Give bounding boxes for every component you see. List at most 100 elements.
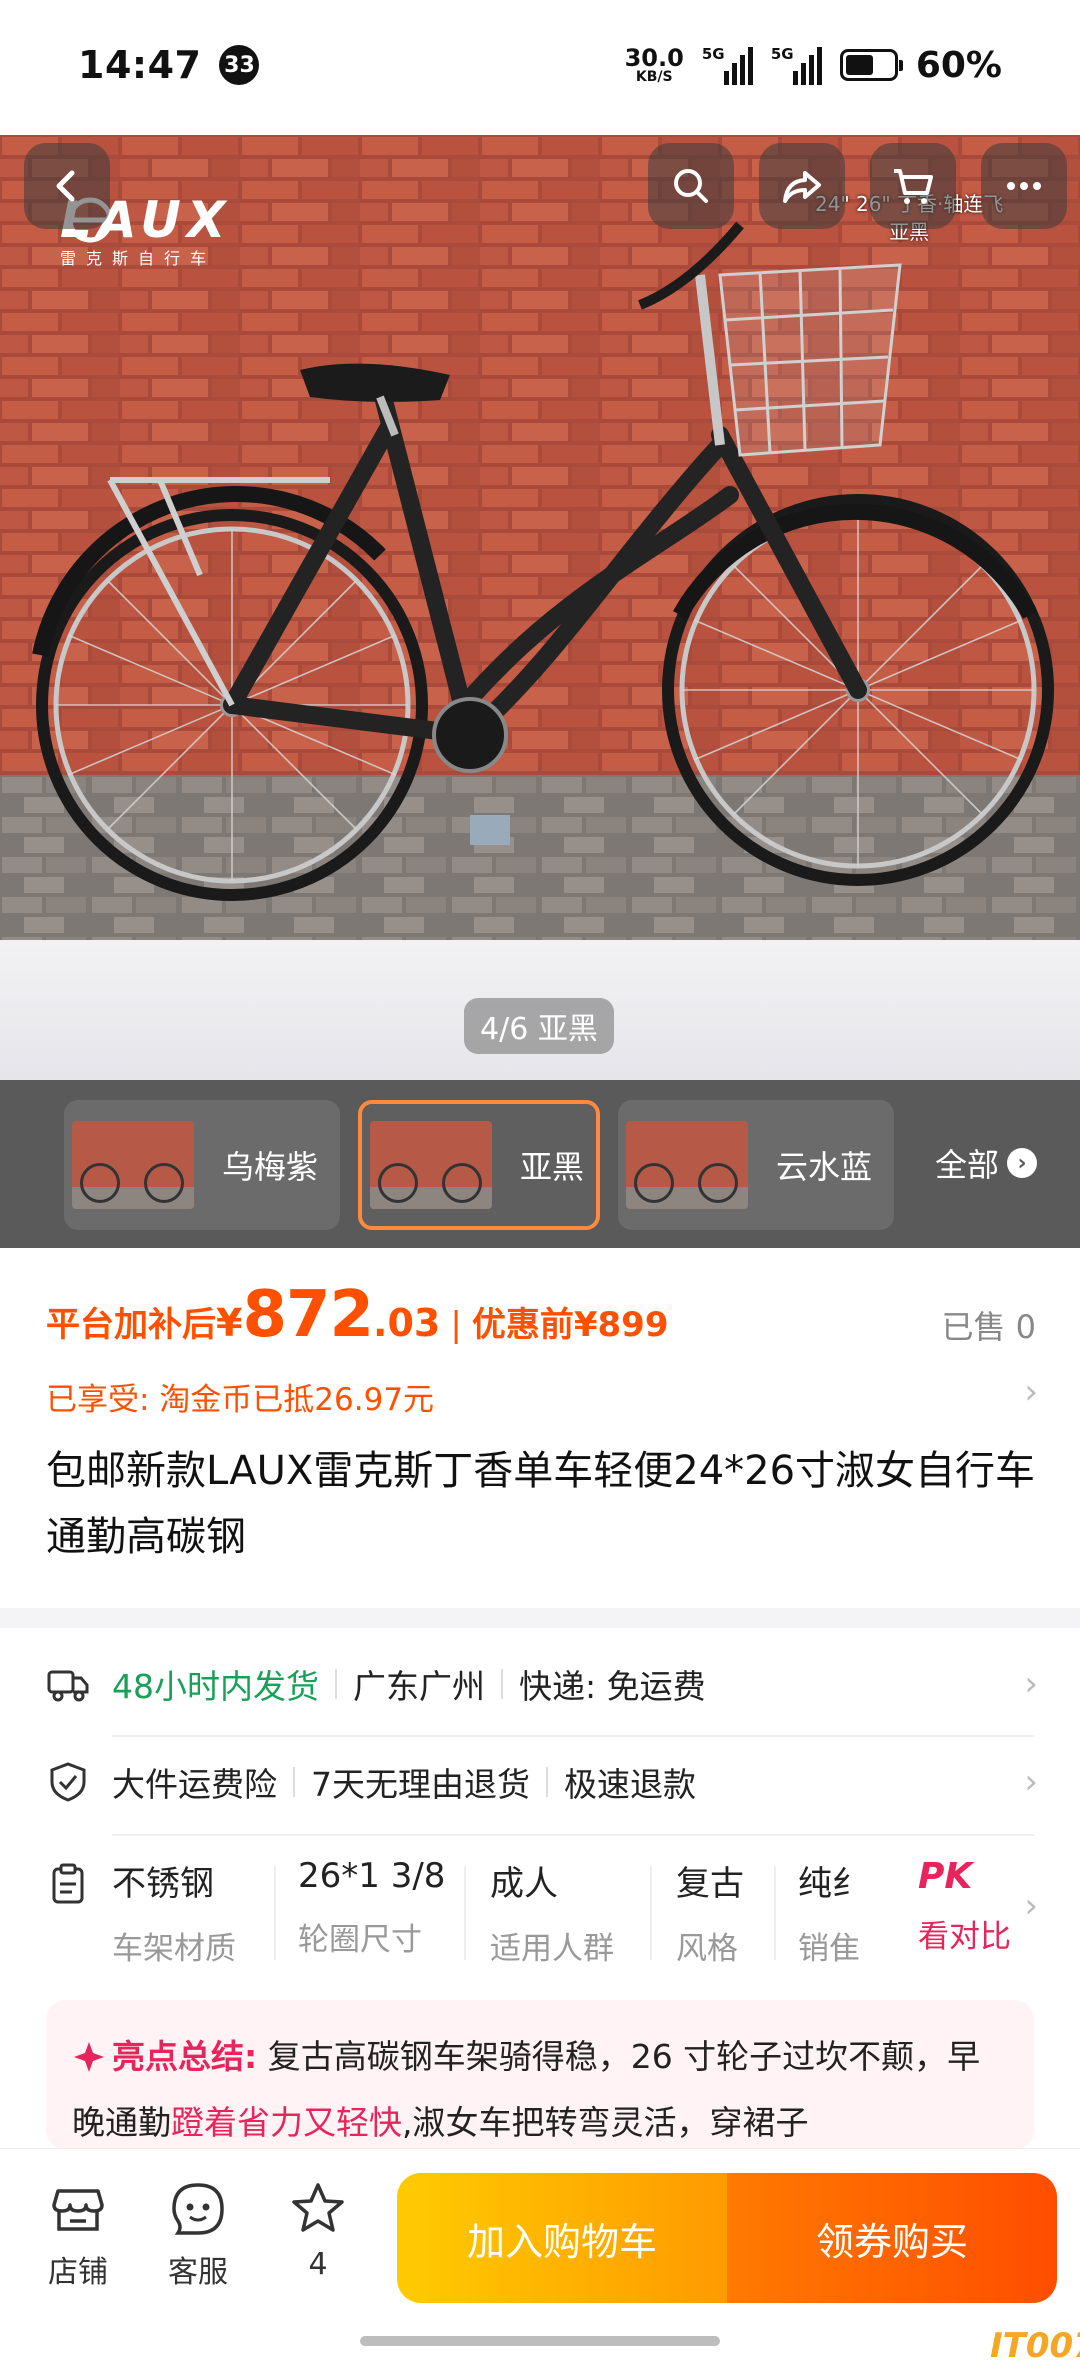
spec-value: 不锈钢: [112, 1864, 214, 1904]
status-indicators: 30.0 KB/S 5G 5G 60%: [625, 45, 1002, 86]
compare-button[interactable]: PK 看对比: [878, 1856, 1011, 1966]
row-divider: [112, 1834, 1034, 1836]
sku-option-label: 云水蓝: [776, 1148, 873, 1186]
highlight-lead: 亮点总结:: [112, 2037, 258, 2076]
sku-option-selected[interactable]: 亚黑: [358, 1100, 600, 1230]
sku-option[interactable]: 云水蓝: [618, 1100, 894, 1230]
customer-service-button[interactable]: 客服: [148, 2179, 248, 2291]
service-label: 客服: [168, 2255, 228, 2290]
chevron-right-icon[interactable]: ›: [1024, 1886, 1038, 1926]
service-refund: 极速退款: [564, 1765, 696, 1804]
highlight-summary[interactable]: 亮点总结: 复古高碳钢车架骑得稳，26 寸轮子过坎不颠，早晚通勤蹬着省力又轻快,…: [46, 2000, 1034, 2150]
spec-divider: [464, 1866, 466, 1960]
price-decimal: .03: [373, 1301, 441, 1345]
highlight-text-2: ,淑女车把转弯灵活，穿裙子: [402, 2103, 809, 2142]
buy-with-coupon-button[interactable]: 领券购买: [727, 2173, 1057, 2303]
price-symbol: ¥: [216, 1301, 243, 1345]
favorite-button[interactable]: 4: [268, 2179, 368, 2282]
spec-value: 26*1 3/8: [298, 1856, 446, 1896]
shipping-courier: 快递: 免运费: [519, 1667, 706, 1706]
price-separator: |: [450, 1305, 462, 1345]
spec-item: 26*1 3/8 轮圈尺寸: [298, 1856, 445, 1959]
coupon-info[interactable]: 已享受: 淘金币已抵26.97元: [46, 1374, 434, 1419]
sku-option-label: 亚黑: [520, 1148, 585, 1186]
sku-all-label: 全部: [935, 1146, 1000, 1184]
notification-badge: 33: [219, 45, 260, 85]
watermark: IT007: [990, 2326, 1080, 2366]
chevron-right-icon[interactable]: ›: [1024, 1372, 1038, 1412]
add-to-cart-button[interactable]: 加入购物车: [397, 2173, 727, 2303]
shield-check-icon: [50, 1762, 86, 1802]
spec-item: 成人 适用人群: [490, 1856, 614, 1968]
search-button[interactable]: [648, 143, 734, 229]
sku-option-label: 乌梅紫: [222, 1148, 319, 1186]
highlight-emphasis: 蹬着省力又轻快: [171, 2103, 402, 2142]
compare-title: PK: [918, 1856, 973, 1897]
truck-icon: [47, 1670, 89, 1702]
store-icon: [52, 2189, 104, 2231]
service-insurance: 大件运费险: [112, 1765, 277, 1804]
sparkle-icon: [74, 2042, 104, 2072]
spec-list[interactable]: 不锈钢 车架材质 26*1 3/8 轮圈尺寸 成人 适用人群 复古 风格 纯纟 …: [46, 1856, 1036, 1968]
service-returns: 7天无理由退货: [311, 1765, 530, 1804]
sku-all-button[interactable]: 全部 ›: [935, 1140, 1038, 1186]
network-speed: 30.0 KB/S: [625, 46, 684, 84]
price-integer: 872: [242, 1278, 374, 1352]
chevron-right-icon[interactable]: ›: [1024, 1762, 1038, 1802]
product-image[interactable]: LAUX 雷克斯自行车 24" 26" 丁香·轴连飞 亚黑: [0, 135, 1080, 945]
price-row: 平台加补后 ¥ 872 .03 | 优惠前¥899: [46, 1278, 668, 1352]
back-button[interactable]: [24, 143, 110, 229]
compare-subtitle: 看对比: [918, 1919, 1011, 1955]
battery-icon: [839, 49, 903, 81]
more-icon: [1007, 182, 1041, 190]
share-button[interactable]: [759, 143, 845, 229]
sku-selector: 乌梅紫 亚黑 云水蓝: [0, 1080, 1080, 1248]
sim1-label: 5G: [701, 45, 725, 63]
spec-key: 轮圈尺寸: [298, 1922, 422, 1958]
home-indicator[interactable]: [360, 2336, 720, 2346]
row-divider: [112, 1735, 1034, 1737]
spec-key: 适用人群: [490, 1931, 614, 1967]
sku-thumbnail: [370, 1121, 492, 1209]
spec-key: 车架材质: [112, 1931, 236, 1967]
sku-thumbnail: [72, 1121, 194, 1209]
net-speed-unit: KB/S: [635, 69, 673, 85]
chevron-left-icon: [56, 170, 75, 202]
spec-item: 纯纟 销隹: [798, 1856, 866, 1968]
spec-key: 销隹: [798, 1931, 860, 1967]
product-title: 包邮新款LAUX雷克斯丁香单车轻便24*26寸淑女自行车通勤高碳钢: [46, 1448, 1036, 1560]
shop-label: 店铺: [48, 2255, 108, 2290]
section-divider: [0, 1608, 1080, 1628]
shipping-row[interactable]: 48小时内发货 广东广州 快递: 免运费: [46, 1660, 1036, 1708]
services-row[interactable]: 大件运费险 7天无理由退货 极速退款: [46, 1758, 1036, 1806]
cart-button[interactable]: [870, 143, 956, 229]
shipping-time: 48小时内发货: [112, 1667, 319, 1706]
favorite-count: 4: [308, 2247, 328, 2282]
brand-subtitle: 雷克斯自行车: [60, 249, 217, 268]
shop-button[interactable]: 店铺: [28, 2179, 128, 2291]
signal-2-icon: 5G: [771, 45, 822, 85]
spec-item: 不锈钢 车架材质: [112, 1856, 236, 1968]
sold-count: 已售 0: [941, 1308, 1036, 1346]
chat-face-icon: [172, 2183, 224, 2235]
spec-item: 复古 风格: [676, 1856, 744, 1968]
net-speed-value: 30.0: [624, 44, 684, 72]
star-icon: [292, 2183, 344, 2232]
status-bar: 14:47 33 30.0 KB/S 5G 5G 60%: [0, 0, 1080, 130]
signal-1-icon: 5G: [702, 45, 753, 85]
sku-option[interactable]: 乌梅紫: [64, 1100, 340, 1230]
price-prefix: 平台加补后: [46, 1305, 216, 1345]
spec-divider: [650, 1866, 652, 1960]
chevron-right-icon: ›: [1007, 1148, 1038, 1178]
original-price: 优惠前¥899: [471, 1305, 669, 1345]
more-button[interactable]: [981, 143, 1067, 229]
shipping-location: 广东广州: [353, 1667, 485, 1706]
chevron-right-icon[interactable]: ›: [1024, 1664, 1038, 1704]
status-time: 14:47: [78, 43, 202, 87]
spec-divider: [274, 1866, 276, 1960]
image-counter: 4/6 亚黑: [464, 998, 614, 1054]
search-icon: [674, 169, 708, 203]
sim2-label: 5G: [770, 45, 794, 63]
battery-percent: 60%: [915, 44, 1002, 86]
spec-value: 纯纟: [798, 1864, 866, 1904]
